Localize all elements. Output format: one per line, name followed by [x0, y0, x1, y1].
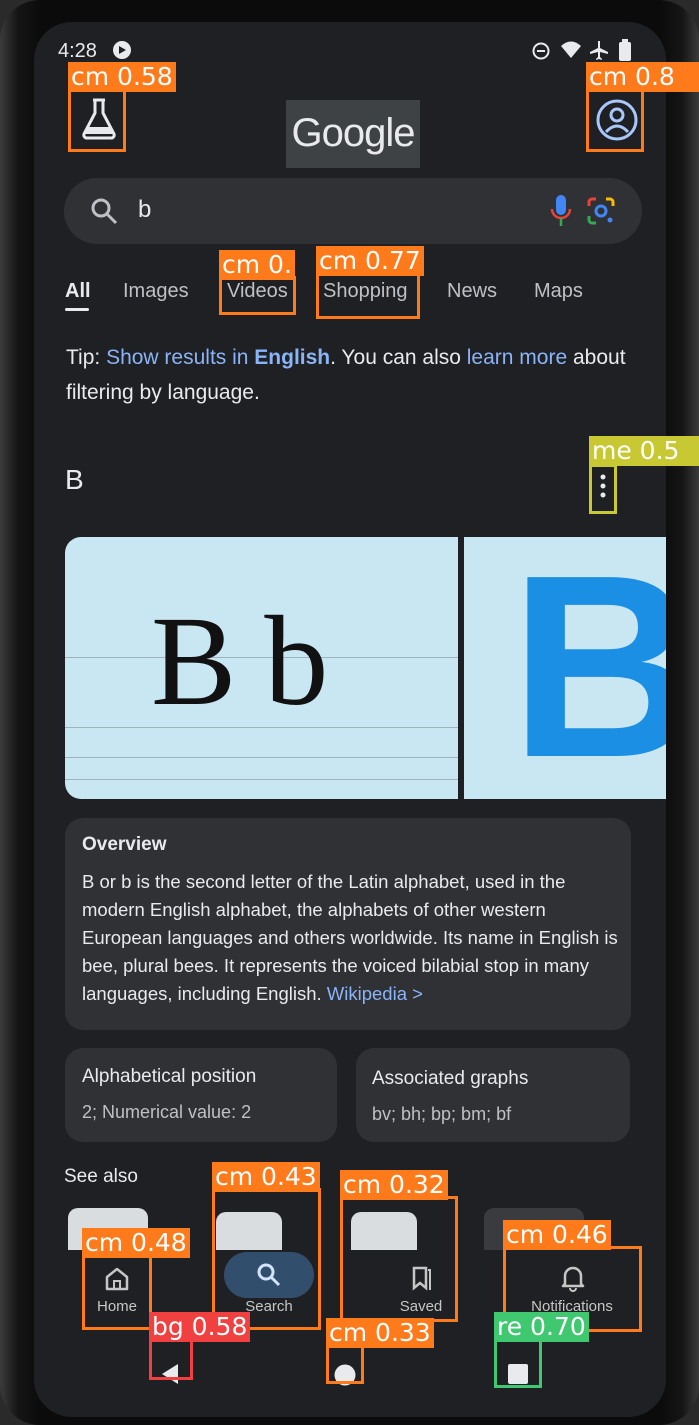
overview-title: Overview: [82, 834, 167, 855]
app-notification-icon: [112, 40, 132, 60]
search-input[interactable]: b: [138, 196, 151, 224]
fact-title: Alphabetical position: [82, 1066, 257, 1087]
battery-icon: [618, 39, 632, 61]
detection-label: cm 0.58: [68, 62, 176, 92]
tab-images[interactable]: Images: [123, 280, 189, 303]
wifi-icon: [560, 40, 582, 60]
do-not-disturb-icon: [532, 42, 550, 60]
detection-label: cm 0.48: [82, 1228, 190, 1258]
english-link[interactable]: English: [254, 346, 330, 369]
letter-image-2-text: B: [510, 537, 666, 799]
microphone-icon[interactable]: [550, 194, 572, 228]
detection-box: [82, 1254, 152, 1330]
ruled-line: [65, 757, 458, 758]
learn-more-link[interactable]: learn more: [467, 346, 567, 369]
detection-label: cm 0.77: [316, 246, 424, 276]
phone-frame: 4:28 Google b All Images Videos Shopping…: [0, 0, 699, 1425]
airplane-mode-icon: [588, 39, 610, 61]
letter-image-1-text: B b: [151, 590, 328, 732]
overview-description: B or b is the second letter of the Latin…: [82, 868, 622, 1008]
detection-label: cm 0.43: [212, 1162, 320, 1192]
letter-image-1[interactable]: B b: [65, 537, 458, 799]
detection-box: [340, 1196, 458, 1322]
detection-label: cm 0.32: [340, 1170, 448, 1200]
fact-card-associated-graphs[interactable]: Associated graphs bv; bh; bp; bm; bf: [356, 1048, 630, 1142]
tip-prefix: Tip:: [66, 346, 107, 369]
fact-value: bv; bh; bp; bm; bf: [372, 1104, 512, 1124]
detection-box: [219, 276, 296, 315]
language-tip: Tip: Show results in English. You can al…: [66, 340, 636, 410]
detection-box: [589, 464, 617, 514]
google-logo-text: Google: [291, 111, 416, 155]
fact-value: 2; Numerical value: 2: [82, 1102, 252, 1122]
fact-title: Associated graphs: [372, 1068, 529, 1089]
show-results-link[interactable]: Show results in: [106, 346, 254, 369]
see-also-heading: See also: [64, 1166, 138, 1187]
tab-maps[interactable]: Maps: [534, 280, 583, 303]
knowledge-panel-title: B: [65, 464, 84, 495]
tab-all[interactable]: All: [65, 280, 91, 303]
detection-box: [68, 88, 126, 152]
detection-label: cm 0.8: [586, 62, 699, 92]
overview-card: Overview B or b is the second letter of …: [65, 818, 631, 1030]
search-icon: [90, 197, 118, 225]
detection-label: cm 0.: [219, 250, 295, 280]
detection-box: [212, 1188, 321, 1330]
wikipedia-link[interactable]: Wikipedia >: [327, 983, 423, 1004]
search-bar[interactable]: b: [64, 178, 642, 244]
fact-card-alphabetical-position[interactable]: Alphabetical position 2; Numerical value…: [65, 1048, 337, 1142]
detection-label: me 0.5: [589, 436, 699, 466]
letter-image-2[interactable]: B: [464, 537, 666, 799]
detection-box: [326, 1344, 364, 1384]
tip-middle: . You can also: [330, 346, 467, 369]
google-logo: Google: [286, 100, 420, 168]
detection-box: [586, 88, 644, 152]
detection-box: [149, 1338, 193, 1380]
detection-label: cm 0.33: [326, 1318, 434, 1348]
detection-label: bg 0.58: [149, 1312, 251, 1342]
detection-box: [494, 1338, 542, 1388]
active-tab-indicator: [65, 308, 89, 311]
detection-box: [316, 272, 420, 319]
detection-label: re 0.70: [494, 1312, 589, 1342]
status-time: 4:28: [58, 40, 97, 62]
detection-label: cm 0.46: [503, 1220, 611, 1250]
google-lens-icon[interactable]: [586, 196, 616, 226]
ruled-line: [65, 779, 458, 780]
tab-news[interactable]: News: [447, 280, 497, 303]
